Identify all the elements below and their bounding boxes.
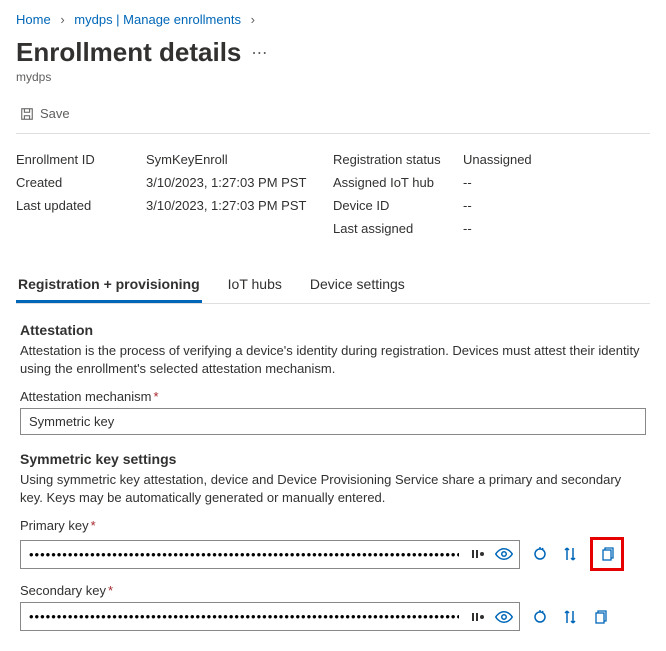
last-updated-value: 3/10/2023, 1:27:03 PM PST [146,198,306,213]
required-icon: * [108,583,113,598]
attestation-desc: Attestation is the process of verifying … [20,342,646,377]
eye-icon[interactable] [494,607,514,627]
secondary-key-input[interactable] [20,602,520,631]
secondary-key-label: Secondary key* [20,583,646,598]
breadcrumb: Home › mydps | Manage enrollments › [16,12,650,27]
symkey-desc: Using symmetric key attestation, device … [20,471,646,506]
device-id-label: Device ID [333,198,463,213]
attestation-mechanism-label: Attestation mechanism* [20,389,646,404]
save-icon [20,107,34,121]
symmetric-key-section: Symmetric key settings Using symmetric k… [16,451,650,631]
copy-highlight [590,537,624,571]
page-subtitle: mydps [16,70,650,84]
save-button[interactable]: Save [16,104,74,123]
required-icon: * [91,518,96,533]
created-value: 3/10/2023, 1:27:03 PM PST [146,175,306,190]
registration-status-label: Registration status [333,152,463,167]
tab-registration-provisioning[interactable]: Registration + provisioning [16,270,202,303]
copy-icon[interactable] [590,607,610,627]
tab-device-settings[interactable]: Device settings [308,270,407,303]
breadcrumb-home[interactable]: Home [16,12,51,27]
last-assigned-value: -- [463,221,472,236]
copy-icon[interactable] [597,544,617,564]
registration-status-value: Unassigned [463,152,532,167]
assigned-hub-value: -- [463,175,472,190]
tab-iot-hubs[interactable]: IoT hubs [226,270,284,303]
key-settings-icon[interactable] [468,607,488,627]
assigned-hub-label: Assigned IoT hub [333,175,463,190]
required-icon: * [154,389,159,404]
created-label: Created [16,175,146,190]
primary-key-label: Primary key* [20,518,646,533]
breadcrumb-mydps[interactable]: mydps | Manage enrollments [74,12,241,27]
last-assigned-label: Last assigned [333,221,463,236]
symkey-heading: Symmetric key settings [20,451,646,467]
swap-icon[interactable] [560,544,580,564]
swap-icon[interactable] [560,607,580,627]
device-id-value: -- [463,198,472,213]
last-updated-label: Last updated [16,198,146,213]
primary-key-row [20,537,646,571]
attestation-section: Attestation Attestation is the process o… [16,322,650,435]
attestation-heading: Attestation [20,322,646,338]
more-icon[interactable]: ⋯ [251,43,267,63]
eye-icon[interactable] [494,544,514,564]
regenerate-icon[interactable] [530,607,550,627]
regenerate-icon[interactable] [530,544,550,564]
primary-key-input[interactable] [20,540,520,569]
key-settings-icon[interactable] [468,544,488,564]
toolbar: Save [16,98,650,134]
secondary-key-row [20,602,646,631]
details-grid: Enrollment IDSymKeyEnroll Created3/10/20… [16,152,650,244]
chevron-right-icon: › [60,12,64,27]
page-title: Enrollment details [16,37,241,68]
chevron-right-icon: › [251,12,255,27]
attestation-mechanism-value[interactable]: Symmetric key [20,408,646,435]
tabs: Registration + provisioning IoT hubs Dev… [16,270,650,304]
enrollment-id-label: Enrollment ID [16,152,146,167]
enrollment-id-value: SymKeyEnroll [146,152,228,167]
save-label: Save [40,106,70,121]
